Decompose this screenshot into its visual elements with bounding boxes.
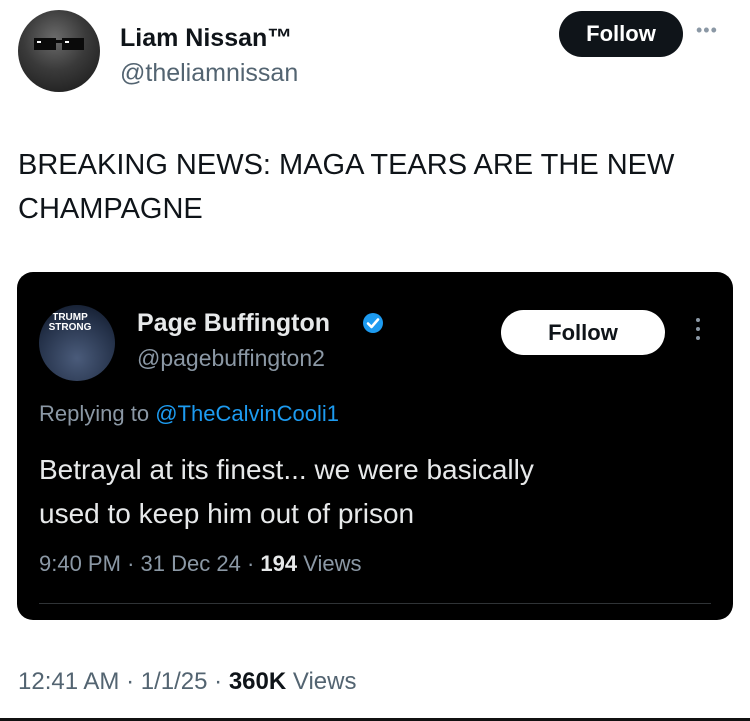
tweet-header: Liam Nissan™ @theliamnissan Follow ••• — [18, 10, 732, 100]
author-handle[interactable]: @theliamnissan — [120, 59, 298, 88]
divider — [39, 603, 711, 604]
sunglasses-icon — [34, 38, 84, 50]
quoted-date[interactable]: 31 Dec 24 — [141, 551, 241, 576]
follow-button[interactable]: Follow — [559, 11, 683, 57]
more-options-icon[interactable]: ••• — [696, 20, 726, 40]
quoted-time[interactable]: 9:40 PM — [39, 551, 121, 576]
replying-mention-link[interactable]: @TheCalvinCooli1 — [155, 401, 339, 426]
quoted-author-handle[interactable]: @pagebuffington2 — [137, 345, 325, 372]
quoted-text-line: used to keep him out of prison — [39, 498, 415, 529]
avatar-badge-text: TRUMP STRONG — [47, 313, 93, 333]
author-avatar[interactable] — [18, 10, 100, 92]
tweet-views-count: 360K — [228, 668, 287, 695]
tweet-views-label: Views — [292, 668, 357, 695]
replying-label: Replying to — [39, 401, 150, 426]
tweet-date[interactable]: 1/1/25 — [141, 668, 208, 695]
quoted-text-line: Betrayal at its finest... we were basica… — [39, 454, 534, 485]
replying-to: Replying to @TheCalvinCooli1 — [39, 401, 339, 427]
verified-badge-icon — [363, 313, 383, 333]
meta-separator: · — [246, 551, 261, 576]
meta-separator: · — [126, 668, 141, 695]
quoted-author-avatar[interactable]: TRUMP STRONG — [39, 305, 115, 381]
quoted-more-options-icon[interactable] — [693, 318, 703, 348]
tweet-text-line: CHAMPAGNE — [18, 193, 203, 225]
quoted-tweet-meta: 9:40 PM · 31 Dec 24 · 194 Views — [39, 551, 362, 577]
tweet-time[interactable]: 12:41 AM — [18, 668, 119, 695]
quoted-views-label: Views — [303, 551, 362, 576]
meta-separator: · — [214, 668, 229, 695]
tweet-text: BREAKING NEWS: MAGA TEARS ARE THE NEW CH… — [18, 143, 732, 231]
quoted-author-name[interactable]: Page Buffington — [137, 309, 330, 338]
meta-separator: · — [127, 551, 141, 576]
quoted-views-count: 194 — [260, 551, 298, 576]
author-name[interactable]: Liam Nissan™ — [120, 24, 292, 53]
avatar-badge-line: STRONG — [48, 322, 92, 333]
quoted-tweet-card[interactable]: TRUMP STRONG Page Buffington @pagebuffin… — [17, 272, 733, 620]
tweet-text-line: BREAKING NEWS: MAGA TEARS ARE THE NEW — [18, 149, 675, 181]
tweet-meta: 12:41 AM · 1/1/25 · 360K Views — [18, 668, 356, 696]
quoted-tweet-text: Betrayal at its finest... we were basica… — [39, 448, 719, 536]
quoted-follow-button[interactable]: Follow — [501, 310, 665, 355]
